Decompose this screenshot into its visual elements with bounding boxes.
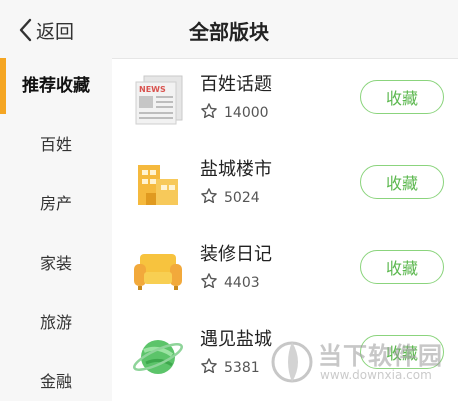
favorite-button[interactable]: 收藏 <box>360 80 444 114</box>
sidebar-item-home-decor[interactable]: 家装 <box>0 244 112 284</box>
sidebar-item-recommended[interactable]: 推荐收藏 <box>0 66 112 106</box>
favorite-count: 5381 <box>224 360 260 376</box>
board-count: 5024 <box>200 187 260 209</box>
board-count: 5381 <box>200 357 260 379</box>
board-count: 14000 <box>200 102 269 124</box>
newspaper-icon: NEWS <box>130 72 186 128</box>
board-row[interactable]: 盐城楼市 5024 收藏 <box>112 143 458 229</box>
back-button[interactable]: 返回 <box>18 16 74 44</box>
star-icon <box>200 187 218 209</box>
board-name: 遇见盐城 <box>200 329 272 350</box>
sofa-icon <box>130 242 186 298</box>
favorite-button[interactable]: 收藏 <box>360 165 444 199</box>
sidebar-item-property[interactable]: 房产 <box>0 184 112 224</box>
sidebar-item-baixing[interactable]: 百姓 <box>0 125 112 165</box>
board-row[interactable]: 遇见盐城 5381 收藏 <box>112 313 458 399</box>
favorite-count: 4403 <box>224 275 260 291</box>
favorite-count: 5024 <box>224 190 260 206</box>
star-icon <box>200 272 218 294</box>
sidebar-item-travel[interactable]: 旅游 <box>0 303 112 343</box>
building-icon <box>130 157 186 213</box>
board-count: 4403 <box>200 272 260 294</box>
back-label: 返回 <box>36 20 75 43</box>
svg-text:NEWS: NEWS <box>139 85 166 94</box>
category-sidebar: 推荐收藏 百姓 房产 家装 旅游 金融 <box>0 58 112 401</box>
board-row[interactable]: 装修日记 4403 收藏 <box>112 228 458 314</box>
nav-header: 返回 全部版块 <box>0 0 458 59</box>
board-name: 装修日记 <box>200 244 272 265</box>
board-row[interactable]: NEWS 百姓话题 14000 收藏 <box>112 58 458 144</box>
sidebar-item-finance[interactable]: 金融 <box>0 362 112 402</box>
board-name: 盐城楼市 <box>200 159 272 180</box>
favorite-button[interactable]: 收藏 <box>360 335 444 369</box>
favorite-count: 14000 <box>224 105 269 121</box>
star-icon <box>200 102 218 124</box>
chevron-left-icon <box>18 18 32 42</box>
active-indicator <box>0 58 6 114</box>
star-icon <box>200 357 218 379</box>
board-name: 百姓话题 <box>200 74 272 95</box>
planet-icon <box>130 327 186 383</box>
favorite-button[interactable]: 收藏 <box>360 250 444 284</box>
